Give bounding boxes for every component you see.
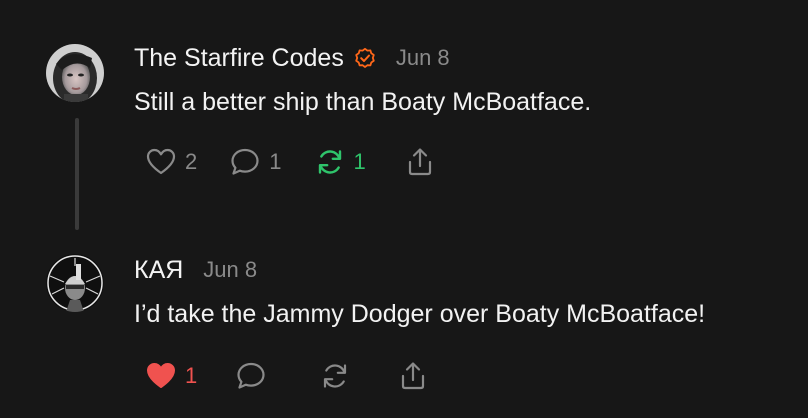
share-button[interactable]: [404, 146, 436, 178]
post-text: Still a better ship than Boaty McBoatfac…: [134, 88, 592, 116]
post-date[interactable]: Jun 8: [203, 257, 257, 283]
like-button[interactable]: 2: [145, 146, 197, 178]
restack-icon: [319, 360, 351, 392]
author-name[interactable]: КАЯ: [134, 256, 183, 285]
like-button[interactable]: 1: [145, 360, 197, 392]
heart-icon: [145, 360, 177, 392]
comment-count: 1: [269, 149, 282, 174]
verified-badge-icon: [354, 47, 376, 69]
restack-button[interactable]: 1: [314, 146, 366, 178]
post-date[interactable]: Jun 8: [396, 45, 450, 71]
comment-icon: [235, 360, 267, 392]
post-actions: 2 1 1: [145, 146, 436, 178]
author-name[interactable]: The Starfire Codes: [134, 44, 344, 73]
restack-icon: [314, 146, 346, 178]
post-header: The Starfire Codes Jun 8: [134, 42, 450, 74]
heart-icon: [145, 146, 177, 178]
restack-count: 1: [353, 149, 366, 174]
restack-button[interactable]: [319, 360, 351, 392]
like-count: 2: [185, 149, 198, 174]
avatar[interactable]: [46, 44, 104, 102]
post-text: I’d take the Jammy Dodger over Boaty McB…: [134, 300, 706, 328]
like-count: 1: [185, 363, 198, 388]
share-icon: [397, 360, 429, 392]
thread-line: [75, 118, 79, 230]
comment-button[interactable]: [235, 360, 267, 392]
post-header: КАЯ Jun 8: [134, 254, 257, 286]
share-button[interactable]: [397, 360, 429, 392]
share-icon: [404, 146, 436, 178]
comment-icon: [229, 146, 261, 178]
comment-button[interactable]: 1: [229, 146, 282, 178]
avatar[interactable]: [46, 254, 104, 312]
post-actions: 1: [145, 360, 429, 392]
